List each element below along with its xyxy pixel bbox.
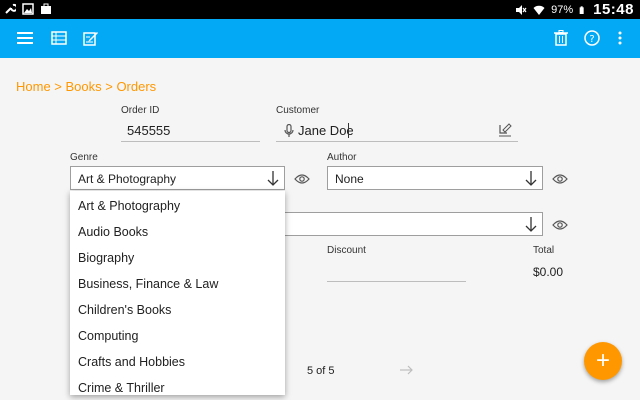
mute-icon [516,4,527,15]
table-icon [51,31,67,45]
genre-selected-value: Art & Photography [78,172,177,186]
menu-button[interactable] [14,27,36,49]
delete-button[interactable] [550,27,572,49]
trash-icon [554,30,568,46]
wrench-icon [5,3,16,14]
dropdown-option[interactable]: Crafts and Hobbies [70,347,285,373]
edit-icon [83,32,98,46]
arrow-down-icon [525,217,537,232]
status-left-icons [4,3,52,15]
next-page-icon[interactable] [399,365,413,375]
dropdown-option[interactable]: Children's Books [70,295,285,321]
overflow-menu-button[interactable] [609,27,631,49]
plus-icon: + [595,347,610,374]
author-select[interactable]: None [327,166,543,190]
order-id-value: 545555 [127,123,171,138]
discount-label: Discount [327,245,366,256]
author-view-icon[interactable] [552,173,568,185]
arrow-down-icon [267,171,279,186]
briefcase-icon [41,3,51,14]
genre-dropdown-list: Art & Photography Audio Books Biography Bus… [70,191,285,395]
menu-icon [17,32,33,44]
status-right: 97% 15:48 [515,1,634,18]
add-button[interactable]: + [584,342,622,380]
battery-icon [579,5,584,14]
dropdown-option[interactable]: Biography [70,243,285,269]
customer-field[interactable]: Jane Doe [276,120,518,142]
help-icon: ? [584,30,600,46]
discount-field[interactable] [327,260,466,282]
handwriting-icon[interactable] [498,123,512,137]
text-cursor [348,123,349,138]
author-label: Author [327,152,357,163]
order-id-label: Order ID [121,105,160,116]
genre-select[interactable]: Art & Photography [70,166,285,190]
genre-view-icon[interactable] [294,173,310,185]
clock: 15:48 [593,1,634,18]
genre-label: Genre [70,152,98,163]
author-selected-value: None [335,172,364,186]
dropdown-option[interactable]: Audio Books [70,217,285,243]
secondary-view-icon[interactable] [552,219,568,231]
customer-label: Customer [276,105,320,116]
edit-view-button[interactable] [80,27,102,49]
help-button[interactable]: ? [581,27,603,49]
total-value: $0.00 [533,265,564,279]
app-bar: ? [0,19,640,58]
pagination-text: 5 of 5 [307,365,335,377]
microphone-icon[interactable] [284,124,294,138]
dropdown-option[interactable]: Crime & Thriller [70,373,285,395]
customer-value: Jane Doe [298,123,354,138]
dropdown-option[interactable]: Computing [70,321,285,347]
table-view-button[interactable] [48,27,70,49]
total-label: Total [533,245,555,256]
more-vert-icon [618,31,622,45]
dropdown-option[interactable]: Art & Photography [70,191,285,217]
svg-text:?: ? [589,34,594,45]
image-icon [22,3,34,15]
order-id-field[interactable]: 545555 [121,120,260,142]
status-bar: 97% 15:48 [0,0,640,19]
wifi-icon [533,5,545,15]
breadcrumb[interactable]: Home > Books > Orders [16,79,156,94]
battery-percent: 97% [551,3,574,16]
dropdown-option[interactable]: Business, Finance & Law [70,269,285,295]
arrow-down-icon [525,171,537,186]
